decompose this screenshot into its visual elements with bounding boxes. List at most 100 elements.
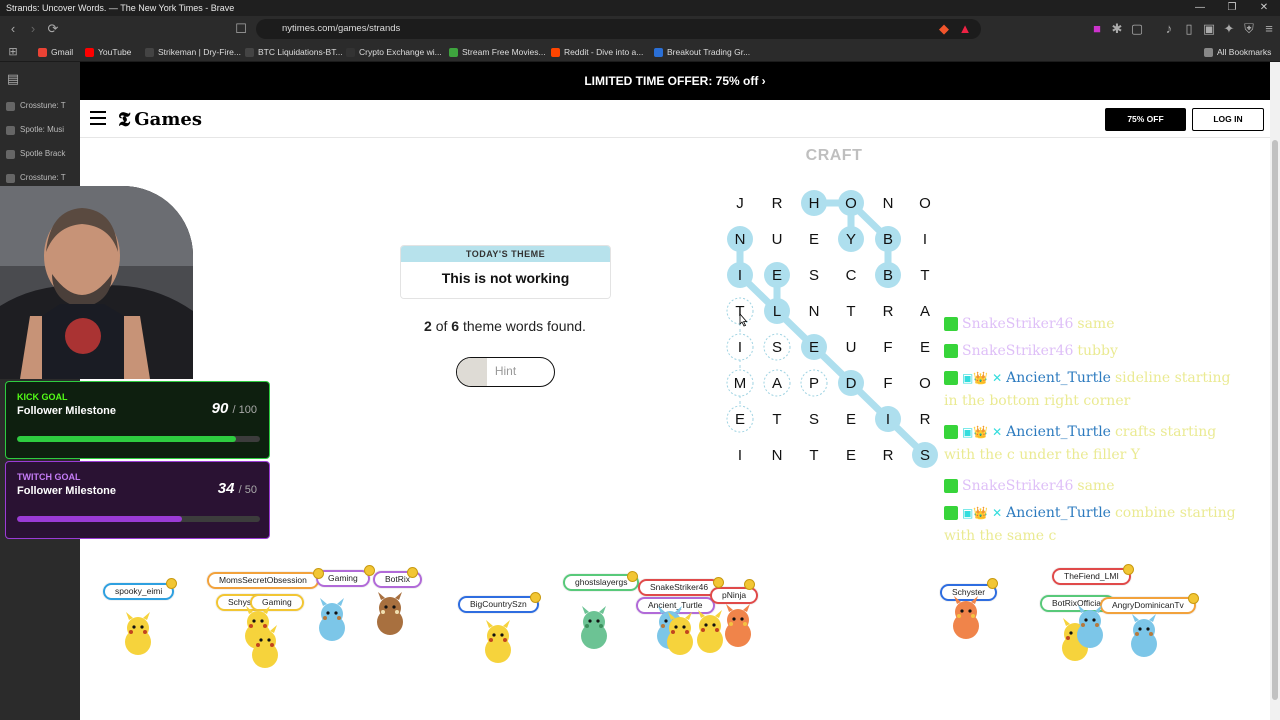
chat-username: SnakeStriker46 <box>962 343 1074 359</box>
twitch-goal-bar <box>17 516 260 522</box>
chat-message: SnakeStriker46 same <box>944 478 1114 494</box>
bookmark-label: YouTube <box>98 47 132 57</box>
kick-goal-fill <box>17 436 236 442</box>
music-icon[interactable]: ♪ <box>1160 20 1178 38</box>
reload-icon[interactable]: ⟳ <box>44 20 62 38</box>
nyt-t-icon: 𝕿 <box>118 107 131 131</box>
subscriber-badge-icon <box>944 317 958 331</box>
letter: F <box>883 375 892 392</box>
kick-goal-widget: KICK GOAL Follower Milestone 90 / 100 <box>5 381 270 459</box>
kick-goal-current: 90 <box>211 400 229 417</box>
chat-text: same <box>1077 316 1115 332</box>
chat-username: Ancient_Turtle <box>1006 370 1111 386</box>
site-icon <box>6 125 15 135</box>
sidebar-item[interactable]: Spotle Brack <box>6 144 76 164</box>
letter: E <box>846 411 856 428</box>
extension-icon[interactable]: ■ <box>1088 20 1106 38</box>
progress-suffix: theme words found. <box>462 318 586 334</box>
progress-text: 2 of 6 theme words found. <box>380 318 630 334</box>
letter: S <box>809 267 819 284</box>
bookmark-item[interactable]: Gmail <box>38 42 73 62</box>
letter: E <box>809 231 819 248</box>
hint-button[interactable]: Hint <box>456 357 555 387</box>
bookmark-item[interactable]: BTC Liquidations-BT... <box>245 42 343 62</box>
forward-icon[interactable]: › <box>24 20 42 38</box>
chat-text: same <box>1077 478 1115 494</box>
theme-card: TODAY'S THEME This is not working <box>400 245 611 299</box>
sidebar-toggle-icon[interactable]: ▯ <box>1180 20 1198 38</box>
tab-icon[interactable]: ▢ <box>1128 20 1146 38</box>
letter: R <box>883 303 894 320</box>
bookmark-label: Stream Free Movies... <box>462 47 546 57</box>
emote-icons: ▣👑 ✕ <box>962 506 1003 520</box>
letter: N <box>772 447 783 464</box>
letter: D <box>846 375 857 392</box>
webcam-image <box>0 186 193 379</box>
site-icon <box>6 149 15 159</box>
bookmark-label: Gmail <box>51 47 74 57</box>
letter: E <box>846 447 856 464</box>
theme-label: TODAY'S THEME <box>401 246 610 262</box>
sidebar-item[interactable]: Crosstune: T <box>6 168 76 188</box>
letter: H <box>809 195 820 212</box>
letter: N <box>735 231 746 248</box>
letter: S <box>772 339 782 356</box>
bookmark-label: Strikeman | Dry-Fire... <box>158 47 241 57</box>
letter: M <box>734 375 747 392</box>
bookmark-item[interactable]: Reddit - Dive into a... <box>551 42 643 62</box>
sidebar-panel-icon[interactable]: ▤ <box>4 70 22 88</box>
letter: E <box>735 411 745 428</box>
offer-button[interactable]: 75% OFF <box>1105 108 1186 131</box>
site-icon <box>38 47 47 57</box>
bookmark-item[interactable]: Breakout Trading Gr... <box>654 42 750 62</box>
menu-icon[interactable]: ≡ <box>1260 20 1278 38</box>
subscriber-badge-icon <box>944 506 958 520</box>
sidebar-item[interactable]: Crosstune: T <box>6 96 76 116</box>
bookmark-item[interactable]: Crypto Exchange wi... <box>346 42 442 62</box>
letter: C <box>846 267 857 284</box>
nyt-games-logo[interactable]: 𝕿 Games <box>118 107 202 131</box>
hamburger-menu-icon[interactable] <box>90 111 106 125</box>
back-icon[interactable]: ‹ <box>4 20 22 38</box>
letter: N <box>883 195 894 212</box>
letter: I <box>886 411 890 428</box>
chat-message: ▣👑 ✕ Ancient_Turtle sideline starting <box>944 370 1231 386</box>
brave-rewards-icon[interactable]: ▲ <box>956 20 974 38</box>
letter: N <box>809 303 820 320</box>
close-icon[interactable]: ✕ <box>1248 0 1280 16</box>
leo-icon[interactable]: ✦ <box>1220 20 1238 38</box>
sidebar-item[interactable]: Spotle: Musi <box>6 120 76 140</box>
kick-goal-target: 100 <box>238 404 257 416</box>
letter: I <box>923 231 927 248</box>
letter: O <box>845 195 857 212</box>
maximize-icon[interactable]: ❐ <box>1216 0 1248 16</box>
bookmark-item[interactable]: YouTube <box>85 42 131 62</box>
apps-icon[interactable]: ⊞ <box>4 43 22 61</box>
promo-banner[interactable]: LIMITED TIME OFFER: 75% off › <box>80 62 1270 100</box>
all-bookmarks[interactable]: All Bookmarks <box>1204 42 1271 62</box>
login-button[interactable]: LOG IN <box>1192 108 1264 131</box>
vpn-icon[interactable]: ⛨ <box>1240 20 1258 38</box>
site-icon <box>145 47 154 57</box>
letter: F <box>883 339 892 356</box>
found-count: 2 <box>424 318 432 334</box>
sidebar-item-label: Spotle: Musi <box>20 125 65 134</box>
bookmark-item[interactable]: Stream Free Movies... <box>449 42 546 62</box>
letter: I <box>738 447 742 464</box>
bookmark-item[interactable]: Strikeman | Dry-Fire... <box>145 42 241 62</box>
wallet-icon[interactable]: ▣ <box>1200 20 1218 38</box>
brave-shield-icon[interactable]: ◆ <box>935 20 953 38</box>
letter: E <box>772 267 782 284</box>
extensions-icon[interactable]: ✱ <box>1108 20 1126 38</box>
chat-text-continued: in the bottom right corner <box>944 393 1131 409</box>
minimize-icon[interactable]: — <box>1184 0 1216 16</box>
chat-message: SnakeStriker46 tubby <box>944 343 1118 359</box>
bookmark-icon[interactable]: ☐ <box>232 20 250 38</box>
letter: Y <box>846 231 856 248</box>
chat-text: sideline starting <box>1114 370 1231 386</box>
site-icon <box>85 47 94 57</box>
sidebar-item-label: Crosstune: T <box>20 101 66 110</box>
address-bar[interactable]: nytimes.com/games/strands <box>256 19 981 39</box>
letter-board[interactable]: J R H O N O N U E Y B I I E S C B T T L N T R A I S E U F E M A P D F O E T S E… <box>720 186 960 486</box>
site-icon <box>245 47 254 57</box>
